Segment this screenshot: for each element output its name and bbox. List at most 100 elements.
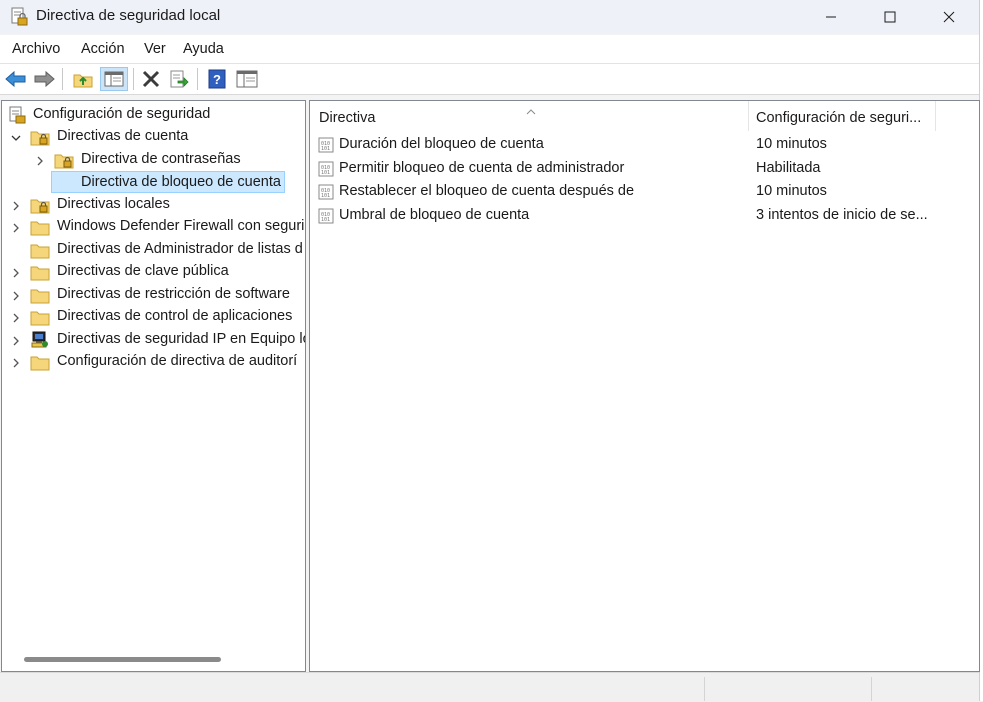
tree-item-seguridad-ip[interactable]: Directivas de seguridad IP en Equipo lo: [2, 329, 305, 351]
chevron-down-icon[interactable]: [10, 131, 22, 143]
properties-button[interactable]: [235, 67, 259, 91]
export-list-icon: [170, 70, 189, 88]
status-bar: [0, 672, 979, 702]
forward-icon: [34, 70, 55, 88]
tree-item-directiva-de-auditoria[interactable]: Configuración de directiva de auditorí: [2, 351, 305, 373]
policy-name: Umbral de bloqueo de cuenta: [339, 207, 530, 223]
title-bar[interactable]: Directiva de seguridad local: [0, 0, 979, 34]
folder-icon: [30, 353, 50, 371]
tree-item-control-de-aplicaciones[interactable]: Directivas de control de aplicaciones: [2, 306, 305, 328]
horizontal-scrollbar-thumb[interactable]: [24, 657, 221, 662]
svg-text:?: ?: [213, 72, 221, 87]
chevron-right-icon[interactable]: [10, 199, 22, 211]
column-divider[interactable]: [748, 101, 749, 131]
close-button[interactable]: [920, 0, 978, 33]
policy-value: 10 minutos: [756, 136, 827, 152]
tree-label-selected: Directiva de bloqueo de cuenta: [51, 171, 285, 193]
chevron-right-icon[interactable]: [10, 221, 22, 233]
security-settings-icon: [8, 106, 28, 124]
tree-label: Directivas de clave pública: [57, 263, 229, 279]
tree-label: Directivas de control de aplicaciones: [57, 308, 293, 324]
policy-value: 3 intentos de inicio de se...: [756, 207, 928, 223]
show-hide-tree-icon: [104, 71, 124, 87]
locked-folder-icon: [54, 151, 74, 169]
folder-icon: [30, 286, 50, 304]
list-item[interactable]: 010 101 Permitir bloqueo de cuenta de adm…: [310, 158, 979, 181]
minimize-icon: [826, 16, 836, 17]
minimize-button[interactable]: [802, 0, 860, 33]
menu-bar: Archivo Acción Ver Ayuda: [0, 35, 979, 64]
column-divider[interactable]: [935, 101, 936, 131]
menu-archivo[interactable]: Archivo: [12, 41, 60, 57]
svg-text:101: 101: [321, 193, 330, 199]
toolbar: ?: [0, 64, 979, 95]
delete-icon: [142, 70, 160, 88]
policy-setting-icon: 010 101: [318, 161, 334, 177]
chevron-right-icon[interactable]: [34, 154, 46, 166]
window-title: Directiva de seguridad local: [36, 7, 221, 24]
svg-text:101: 101: [321, 170, 330, 176]
tree-label: Directivas locales: [57, 196, 170, 212]
list-item[interactable]: 010 101 Duración del bloqueo de cuenta 10…: [310, 134, 979, 157]
tree-item-directivas-locales[interactable]: Directivas locales: [2, 194, 305, 216]
chevron-right-icon[interactable]: [10, 334, 22, 346]
list-item[interactable]: 010 101 Umbral de bloqueo de cuenta 3 int…: [310, 205, 979, 228]
delete-button[interactable]: [139, 67, 163, 91]
maximize-icon: [884, 11, 896, 22]
chevron-right-icon[interactable]: [10, 266, 22, 278]
menu-accion[interactable]: Acción: [81, 41, 125, 57]
folder-icon: [30, 218, 50, 236]
list-pane[interactable]: Directiva Configuración de seguri... 010…: [309, 100, 980, 672]
folder-icon: [30, 263, 50, 281]
list-item[interactable]: 010 101 Restablecer el bloqueo de cuenta …: [310, 181, 979, 204]
up-folder-icon: [73, 74, 93, 88]
tree-item-administrador-de-listas[interactable]: Directivas de Administrador de listas d: [2, 239, 305, 261]
policy-name: Restablecer el bloqueo de cuenta después…: [339, 183, 635, 199]
tree-pane[interactable]: Configuración de seguridad Directivas de…: [1, 100, 306, 672]
close-icon: [943, 11, 955, 22]
chevron-right-icon[interactable]: [10, 289, 22, 301]
show-hide-tree-button[interactable]: [100, 67, 128, 91]
column-header-configuracion[interactable]: Configuración de seguri...: [756, 101, 934, 133]
status-divider: [704, 677, 705, 701]
column-header-directiva[interactable]: Directiva: [319, 101, 747, 133]
menu-ayuda[interactable]: Ayuda: [183, 41, 224, 57]
tree-item-clave-publica[interactable]: Directivas de clave pública: [2, 261, 305, 283]
tree-item-directivas-de-cuenta[interactable]: Directivas de cuenta: [2, 126, 305, 148]
tree-label-root: Configuración de seguridad: [33, 106, 211, 122]
svg-text:101: 101: [321, 146, 330, 152]
main-window: Directiva de seguridad local Archivo Acc…: [0, 0, 980, 702]
policy-setting-icon: 010 101: [318, 184, 334, 200]
back-icon: [5, 70, 26, 88]
tree-item-directiva-de-contrasenas[interactable]: Directiva de contraseñas: [2, 149, 305, 171]
chevron-right-icon[interactable]: [10, 311, 22, 323]
locked-folder-icon: [30, 196, 50, 214]
maximize-button[interactable]: [861, 0, 919, 33]
properties-icon: [236, 70, 258, 88]
tree-label: Directivas de restricción de software: [57, 286, 290, 302]
menu-ver[interactable]: Ver: [144, 41, 166, 57]
security-policy-app-icon: [10, 7, 28, 27]
forward-button[interactable]: [32, 67, 56, 91]
toolbar-separator: [133, 68, 134, 90]
tree-label: Directivas de cuenta: [57, 128, 189, 144]
policy-setting-icon: 010 101: [318, 208, 334, 224]
back-button[interactable]: [4, 67, 28, 91]
toolbar-separator: [62, 68, 63, 90]
policy-name: Duración del bloqueo de cuenta: [339, 136, 544, 152]
tree-label: Windows Defender Firewall con seguri: [57, 218, 305, 234]
up-folder-button[interactable]: [71, 67, 95, 91]
export-list-button[interactable]: [167, 67, 191, 91]
folder-icon: [30, 241, 50, 259]
policy-setting-icon: 010 101: [318, 137, 334, 153]
help-button[interactable]: ?: [205, 67, 229, 91]
tree-item-root[interactable]: Configuración de seguridad: [2, 104, 305, 126]
tree-item-directiva-de-bloqueo-de-cuenta[interactable]: Directiva de bloqueo de cuenta: [2, 171, 305, 193]
tree-item-restriccion-de-software[interactable]: Directivas de restricción de software: [2, 284, 305, 306]
chevron-right-icon[interactable]: [10, 356, 22, 368]
tree-label: Directivas de Administrador de listas d: [57, 241, 303, 257]
policy-value: Habilitada: [756, 160, 821, 176]
svg-text:101: 101: [321, 217, 330, 223]
tree-item-windows-defender-firewall[interactable]: Windows Defender Firewall con seguri: [2, 216, 305, 238]
policy-name: Permitir bloqueo de cuenta de administra…: [339, 160, 625, 176]
